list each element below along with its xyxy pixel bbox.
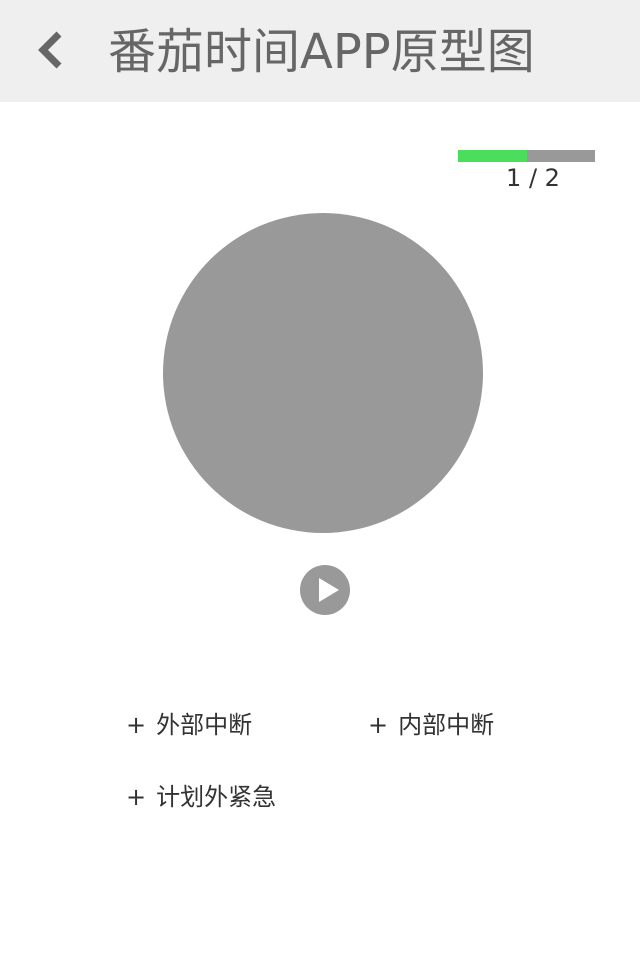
plus-icon: + [126,783,147,811]
play-button[interactable] [300,565,350,615]
external-interrupt-button[interactable]: + 外部中断 [126,709,252,741]
timer-circle [163,213,483,533]
page-title: 番茄时间APP原型图 [108,24,535,80]
unplanned-urgent-label: 计划外紧急 [156,783,277,811]
header-bar: 番茄时间APP原型图 [0,0,640,102]
progress-fill [458,150,527,162]
external-interrupt-label: 外部中断 [156,711,253,739]
progress-bar [458,150,595,162]
chevron-left-icon [35,30,65,74]
page-counter: 1 / 2 [506,164,560,192]
plus-icon: + [368,711,389,739]
internal-interrupt-label: 内部中断 [398,711,495,739]
internal-interrupt-button[interactable]: + 内部中断 [368,709,494,741]
back-button[interactable] [28,28,72,76]
plus-icon: + [126,711,147,739]
unplanned-urgent-button[interactable]: + 计划外紧急 [126,781,276,813]
